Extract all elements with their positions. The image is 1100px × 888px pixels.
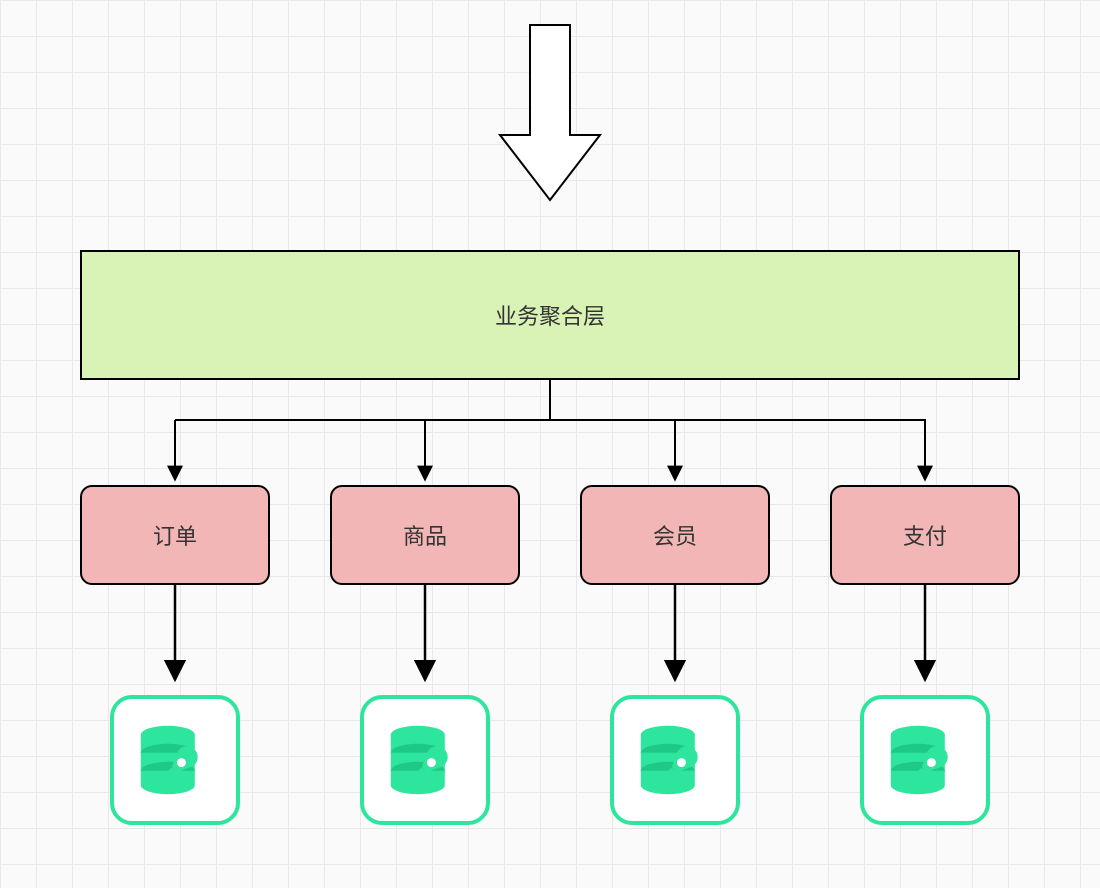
database-wrench-icon xyxy=(630,715,720,805)
database-payment xyxy=(860,695,990,825)
service-box-order: 订单 xyxy=(80,485,270,585)
database-order xyxy=(110,695,240,825)
service-label: 订单 xyxy=(153,519,197,551)
database-product xyxy=(360,695,490,825)
service-to-db-connectors xyxy=(0,585,1100,695)
service-label: 会员 xyxy=(653,519,697,551)
aggregation-layer-label: 业务聚合层 xyxy=(495,299,605,331)
service-label: 商品 xyxy=(403,519,447,551)
database-member xyxy=(610,695,740,825)
database-wrench-icon xyxy=(130,715,220,805)
service-box-member: 会员 xyxy=(580,485,770,585)
branch-connector xyxy=(0,380,1100,500)
service-box-product: 商品 xyxy=(330,485,520,585)
entry-arrow-icon xyxy=(490,25,610,250)
aggregation-layer-box: 业务聚合层 xyxy=(80,250,1020,380)
database-wrench-icon xyxy=(880,715,970,805)
service-label: 支付 xyxy=(903,519,947,551)
service-box-payment: 支付 xyxy=(830,485,1020,585)
database-wrench-icon xyxy=(380,715,470,805)
